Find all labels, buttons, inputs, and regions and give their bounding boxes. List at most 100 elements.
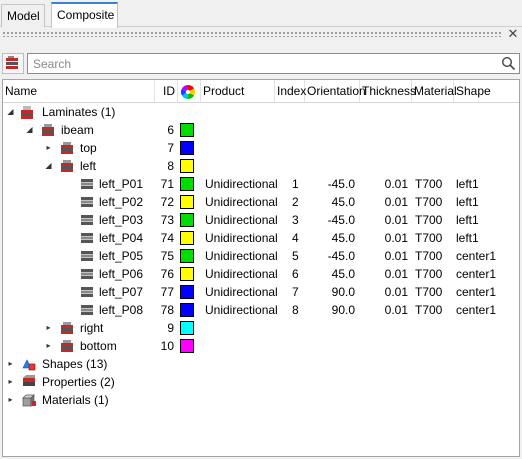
thickness-value: 0.01 <box>384 285 408 299</box>
collapsed-arrow-icon[interactable]: ▸ <box>44 139 53 157</box>
ply-name: left_P04 <box>99 231 144 245</box>
product-value: Unidirectional <box>205 267 278 281</box>
thickness-value: 0.01 <box>384 249 408 263</box>
search-field[interactable] <box>27 53 520 74</box>
tree-row-ply[interactable]: left_P07 77 Unidirectional 7 90.0 0.01 T700 cen… <box>3 283 519 301</box>
header-orientation[interactable]: Orientation <box>305 80 366 103</box>
thickness-value: 0.01 <box>384 195 408 209</box>
search-input[interactable] <box>31 56 491 71</box>
color-swatch[interactable] <box>180 249 194 263</box>
expand-arrow-icon[interactable]: ◢ <box>25 121 34 139</box>
tab-composite[interactable]: Composite <box>51 2 118 28</box>
header-thickness[interactable]: Thickness <box>360 80 416 103</box>
index-value: 5 <box>292 249 299 263</box>
shapes-icon <box>22 359 36 371</box>
orientation-value: -45.0 <box>327 213 355 227</box>
tree-row-left[interactable]: ◢ left 8 <box>3 157 519 175</box>
header-material[interactable]: Material <box>412 80 457 103</box>
laminate-icon <box>61 340 73 352</box>
tree-row-laminates[interactable]: ◢ Laminates (1) <box>3 103 519 121</box>
search-icon[interactable] <box>501 56 516 71</box>
tree-row-bottom[interactable]: ▸ bottom 10 <box>3 337 519 355</box>
color-swatch[interactable] <box>180 141 194 155</box>
color-swatch[interactable] <box>180 213 194 227</box>
header-id[interactable]: ID <box>155 80 178 103</box>
shape-value: left1 <box>456 177 479 191</box>
tree-row-ply[interactable]: left_P01 71 Unidirectional 1 -45.0 0.01 T700 le… <box>3 175 519 193</box>
id-value: 72 <box>160 195 174 209</box>
expand-arrow-icon[interactable]: ◢ <box>6 103 15 121</box>
color-swatch[interactable] <box>180 267 194 281</box>
tree-row-right[interactable]: ▸ right 9 <box>3 319 519 337</box>
header-product[interactable]: Product <box>201 80 275 103</box>
material-value: T700 <box>415 249 443 263</box>
tree-row-properties[interactable]: ▸ Properties (2) <box>3 373 519 391</box>
tree-row-top[interactable]: ▸ top 7 <box>3 139 519 157</box>
thickness-value: 0.01 <box>384 213 408 227</box>
color-wheel-icon <box>180 84 196 100</box>
ply-icon <box>81 305 93 315</box>
color-swatch[interactable] <box>180 177 194 191</box>
header-shape[interactable]: Shape <box>454 80 519 103</box>
ply-icon <box>81 215 93 225</box>
ply-name: left_P05 <box>99 249 144 263</box>
tree-row-ibeam[interactable]: ◢ ibeam 6 <box>3 121 519 139</box>
material-value: T700 <box>415 285 443 299</box>
ply-name: left_P06 <box>99 267 144 281</box>
product-value: Unidirectional <box>205 213 278 227</box>
color-swatch[interactable] <box>180 123 194 137</box>
collapsed-arrow-icon[interactable]: ▸ <box>44 319 53 337</box>
orientation-value: 45.0 <box>331 267 355 281</box>
collapsed-arrow-icon[interactable]: ▸ <box>6 355 15 373</box>
tree-row-ply[interactable]: left_P04 74 Unidirectional 4 45.0 0.01 T700 lef… <box>3 229 519 247</box>
material-value: T700 <box>415 177 443 191</box>
color-swatch[interactable] <box>180 339 194 353</box>
id-value: 75 <box>160 249 174 263</box>
index-value: 3 <box>292 213 299 227</box>
product-value: Unidirectional <box>205 177 278 191</box>
tree-row-ply[interactable]: left_P03 73 Unidirectional 3 -45.0 0.01 T700 le… <box>3 211 519 229</box>
material-value: T700 <box>415 231 443 245</box>
shape-value: center1 <box>456 303 497 317</box>
tree-row-materials[interactable]: ▸ Materials (1) <box>3 391 519 409</box>
tree-label: Materials (1) <box>42 393 109 407</box>
tree-label: left <box>80 159 97 173</box>
thickness-value: 0.01 <box>384 231 408 245</box>
expand-arrow-icon[interactable]: ◢ <box>44 157 53 175</box>
color-swatch[interactable] <box>180 285 194 299</box>
collapsed-arrow-icon[interactable]: ▸ <box>6 373 15 391</box>
laminate-icon <box>42 124 54 136</box>
tab-model[interactable]: Model <box>1 4 45 27</box>
material-value: T700 <box>415 267 443 281</box>
id-value: 10 <box>160 339 174 353</box>
color-swatch[interactable] <box>180 303 194 317</box>
shape-value: left1 <box>456 195 479 209</box>
collapsed-arrow-icon[interactable]: ▸ <box>44 337 53 355</box>
header-name[interactable]: Name <box>3 80 155 103</box>
ply-icon <box>81 269 93 279</box>
collapsed-arrow-icon[interactable]: ▸ <box>6 391 15 409</box>
ply-icon <box>81 233 93 243</box>
material-value: T700 <box>415 195 443 209</box>
tree-row-ply[interactable]: left_P06 76 Unidirectional 6 45.0 0.01 T700 cen… <box>3 265 519 283</box>
header-index[interactable]: Index <box>275 80 306 103</box>
laminates-folder-icon <box>21 106 33 119</box>
tree-row-ply[interactable]: left_P02 72 Unidirectional 2 45.0 0.01 T700 lef… <box>3 193 519 211</box>
close-icon[interactable]: ✕ <box>506 27 520 41</box>
tree-row-shapes[interactable]: ▸ Shapes (13) <box>3 355 519 373</box>
thickness-value: 0.01 <box>384 267 408 281</box>
material-value: T700 <box>415 213 443 227</box>
index-value: 4 <box>292 231 299 245</box>
color-swatch[interactable] <box>180 159 194 173</box>
filter-button[interactable] <box>2 53 24 74</box>
color-swatch[interactable] <box>180 231 194 245</box>
color-swatch[interactable] <box>180 195 194 209</box>
composite-tree[interactable]: Name ID Product Index Orientation Thickn… <box>2 79 520 457</box>
tree-label: right <box>80 321 104 335</box>
tree-label: top <box>80 141 97 155</box>
toolbar-grip[interactable] <box>2 31 502 37</box>
header-color[interactable] <box>178 80 201 103</box>
color-swatch[interactable] <box>180 321 194 335</box>
tree-row-ply[interactable]: left_P08 78 Unidirectional 8 90.0 0.01 T700 cen… <box>3 301 519 319</box>
tree-row-ply[interactable]: left_P05 75 Unidirectional 5 -45.0 0.01 T700 ce… <box>3 247 519 265</box>
